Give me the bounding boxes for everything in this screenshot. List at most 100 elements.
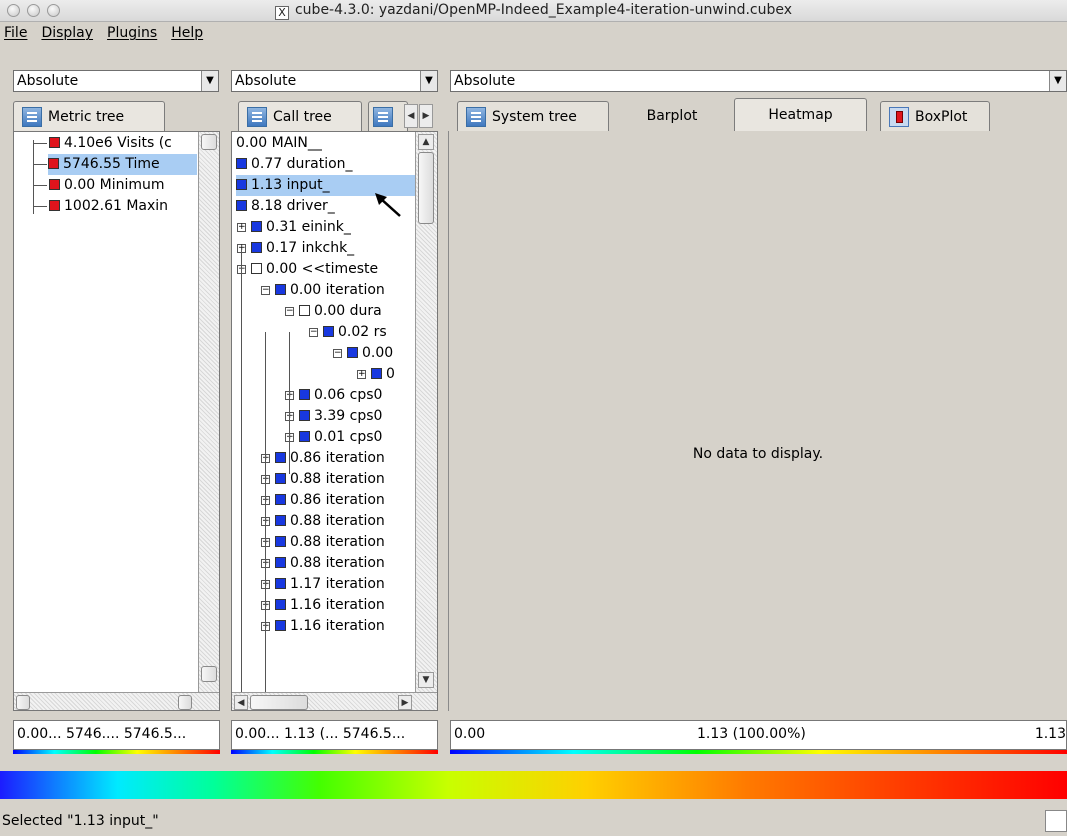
tab-barplot[interactable]: Barplot	[612, 101, 732, 131]
call-vertical-scrollbar[interactable]: ▲ ▼	[415, 132, 437, 692]
call-color-square-icon	[275, 515, 286, 526]
metric-mode-select[interactable]: Absolute ▼	[13, 70, 219, 92]
call-mode-select[interactable]: Absolute ▼	[231, 70, 438, 92]
call-color-square-icon	[347, 347, 358, 358]
menu-display[interactable]: Display	[41, 25, 93, 41]
call-color-square-icon	[251, 263, 262, 274]
scroll-up-arrow-icon[interactable]	[201, 134, 217, 150]
call-tree-item-label: 8.18 driver_	[251, 198, 335, 214]
call-tree-item[interactable]: 0.77 duration_	[236, 154, 415, 175]
tab-heatmap-label: Heatmap	[768, 107, 833, 123]
scroll-right-arrow-icon[interactable]: ▶	[398, 695, 412, 710]
status-text: Selected "1.13 input_"	[2, 813, 159, 829]
call-tree-item[interactable]: 0.88 iteration	[275, 532, 415, 553]
vertical-scroll-thumb[interactable]	[418, 152, 434, 224]
call-tree-item-label: 0.00 dura	[314, 303, 382, 319]
call-color-square-icon	[236, 200, 247, 211]
metric-color-square-icon	[49, 179, 60, 190]
call-tree-item[interactable]: 0.00 MAIN__	[236, 133, 415, 154]
tab-boxplot[interactable]: BoxPlot	[880, 101, 990, 131]
call-tree-item[interactable]: 0.88 iteration	[275, 511, 415, 532]
call-tree-item[interactable]: 3.39 cps0	[299, 406, 415, 427]
tab-flat-profile[interactable]	[368, 101, 408, 131]
expand-icon[interactable]: +	[357, 370, 366, 379]
menu-file[interactable]: File	[4, 25, 27, 41]
metric-tree-item[interactable]: 5746.55 Time	[48, 154, 197, 175]
empty-state-message: No data to display.	[692, 446, 824, 462]
scroll-left-arrow-icon[interactable]	[16, 695, 30, 710]
horizontal-scroll-thumb[interactable]	[250, 695, 308, 710]
call-color-square-icon	[275, 452, 286, 463]
call-horizontal-scrollbar[interactable]: ◀ ▶	[232, 692, 437, 710]
window-title: Xcube-4.3.0: yazdani/OpenMP-Indeed_Examp…	[0, 2, 1067, 20]
scroll-down-arrow-icon[interactable]	[201, 666, 217, 682]
collapse-icon[interactable]: −	[333, 349, 342, 358]
call-tree-item[interactable]: 0.06 cps0	[299, 385, 415, 406]
call-tree-item[interactable]: 0	[371, 364, 415, 385]
metric-tree-item-label: 0.00 Minimum	[64, 177, 165, 193]
call-tree-item-label: 1.16 iteration	[290, 597, 385, 613]
heatmap-panel: No data to display.	[448, 131, 1067, 711]
metric-tree-item[interactable]: 4.10e6 Visits (c	[49, 133, 198, 154]
metric-mode-value: Absolute	[17, 73, 79, 89]
call-tree-item-label: 0.88 iteration	[290, 471, 385, 487]
call-color-square-icon	[275, 620, 286, 631]
call-tree-item[interactable]: 0.88 iteration	[275, 469, 415, 490]
call-tree-item[interactable]: 0.00 <<timeste	[251, 259, 415, 280]
system-value-field: 0.00 1.13 (100.00%) 1.13	[450, 720, 1067, 750]
call-tree-item[interactable]: 0.88 iteration	[275, 553, 415, 574]
call-tree-item[interactable]: 1.17 iteration	[275, 574, 415, 595]
mouse-pointer-icon	[375, 193, 401, 217]
system-value-range: 0.00 1.13 (100.00%) 1.13	[450, 720, 1067, 754]
call-tree-item[interactable]: 1.16 iteration	[275, 616, 415, 637]
call-tree-item[interactable]: 0.00	[347, 343, 415, 364]
metric-horizontal-scrollbar[interactable]	[14, 692, 219, 710]
call-mode-value: Absolute	[235, 73, 297, 89]
menu-plugins[interactable]: Plugins	[107, 25, 157, 41]
expand-icon[interactable]: +	[237, 223, 246, 232]
system-color-gradient	[450, 750, 1067, 754]
system-mode-select[interactable]: Absolute ▼	[450, 70, 1067, 92]
call-tree-item-label: 0.86 iteration	[290, 450, 385, 466]
metric-vertical-scrollbar[interactable]	[198, 132, 219, 692]
call-color-square-icon	[371, 368, 382, 379]
tab-heatmap[interactable]: Heatmap	[734, 98, 867, 131]
call-color-square-icon	[299, 389, 310, 400]
metric-tree-item[interactable]: 1002.61 Maxin	[49, 196, 198, 217]
call-tree-item[interactable]: 0.86 iteration	[275, 490, 415, 511]
tab-system-tree[interactable]: System tree	[457, 101, 609, 131]
resize-grip-icon[interactable]	[1045, 810, 1067, 832]
call-tree-item[interactable]: 0.00 dura	[299, 301, 415, 322]
menu-help[interactable]: Help	[171, 25, 203, 41]
call-tree-item[interactable]: 0.02 rs	[323, 322, 415, 343]
tab-scroll-right-button[interactable]: ▶	[419, 104, 433, 128]
metric-color-square-icon	[49, 137, 60, 148]
scroll-up-arrow-icon[interactable]: ▲	[418, 134, 434, 150]
call-tree-item[interactable]: 1.16 iteration	[275, 595, 415, 616]
call-tree-item-label: 0.88 iteration	[290, 513, 385, 529]
collapse-icon[interactable]: −	[309, 328, 318, 337]
call-tree-item-label: 0.02 rs	[338, 324, 387, 340]
scroll-down-arrow-icon[interactable]: ▼	[418, 672, 434, 688]
call-tree-item-label: 0.00 iteration	[290, 282, 385, 298]
call-tree-item[interactable]: 0.00 iteration	[275, 280, 415, 301]
window-title-text: cube-4.3.0: yazdani/OpenMP-Indeed_Exampl…	[294, 2, 793, 18]
scroll-left-arrow-icon[interactable]: ◀	[234, 695, 248, 710]
call-tree-item[interactable]: 0.17 inkchk_	[251, 238, 415, 259]
call-color-square-icon	[275, 284, 286, 295]
tab-call-tree[interactable]: Call tree	[238, 101, 362, 131]
call-tree-item-label: 0.00	[362, 345, 394, 361]
title-bar: Xcube-4.3.0: yazdani/OpenMP-Indeed_Examp…	[0, 0, 1067, 22]
call-tree-item[interactable]: 0.31 einink_	[251, 217, 415, 238]
tab-metric-tree[interactable]: Metric tree	[13, 101, 165, 131]
metric-tree-item[interactable]: 0.00 Minimum	[49, 175, 198, 196]
call-tree-item-label: 0.31 einink_	[266, 219, 351, 235]
call-tree-item-label: 0.00 <<timeste	[266, 261, 379, 277]
collapse-icon[interactable]: −	[285, 307, 294, 316]
tab-scroll-left-button[interactable]: ◀	[404, 104, 418, 128]
call-tree-item[interactable]: 0.01 cps0	[299, 427, 415, 448]
scroll-right-arrow-icon[interactable]	[178, 695, 192, 710]
call-tree-item[interactable]: 0.86 iteration	[275, 448, 415, 469]
tree-icon	[22, 106, 42, 127]
collapse-icon[interactable]: −	[261, 286, 270, 295]
